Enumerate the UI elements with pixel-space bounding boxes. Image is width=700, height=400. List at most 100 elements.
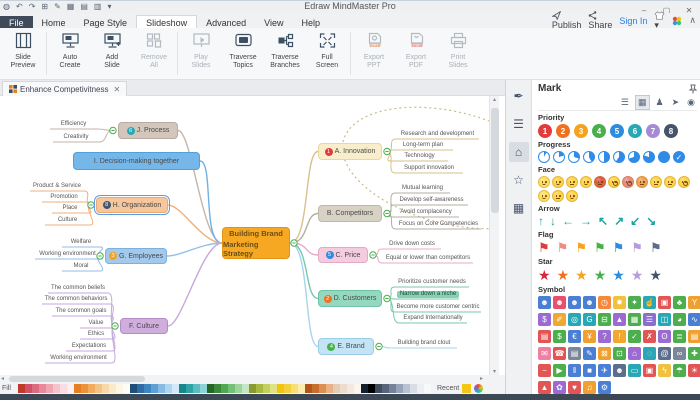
horizontal-scrollbar[interactable]: ◂ ▸: [0, 375, 505, 383]
trophy-icon[interactable]: Y: [688, 296, 700, 309]
subtopic[interactable]: Place: [52, 205, 88, 212]
color-swatch[interactable]: [172, 384, 179, 393]
color-swatch[interactable]: [368, 384, 375, 393]
person-red-icon[interactable]: ☻: [553, 296, 566, 309]
color-swatch[interactable]: [46, 384, 53, 393]
cross-icon[interactable]: ✗: [643, 330, 656, 343]
upload-icon[interactable]: ▲: [538, 381, 551, 394]
subtopic[interactable]: Narrow down a niche: [397, 291, 459, 298]
add-slide-button[interactable]: Add Slide: [91, 28, 133, 79]
laugh-face-icon[interactable]: [538, 190, 550, 202]
color-swatch[interactable]: [200, 384, 207, 393]
central-topic[interactable]: Building Brand Marketing Strategy: [222, 227, 290, 259]
thumbs-up-icon[interactable]: ☝: [643, 296, 656, 309]
subtopic[interactable]: Creativity: [53, 134, 99, 141]
yen-icon[interactable]: ¥: [583, 330, 596, 343]
color-swatch[interactable]: [179, 384, 186, 393]
color-swatch[interactable]: [144, 384, 151, 393]
mindmap-canvas[interactable]: Building Brand Marketing Strategy 1 A. In…: [0, 96, 505, 375]
subtopic[interactable]: Moral: [62, 263, 100, 270]
document-tab[interactable]: Enhance Competivitness ✕: [2, 80, 128, 97]
medal-icon[interactable]: ✦: [628, 296, 641, 309]
stop-icon[interactable]: ■: [583, 364, 596, 377]
slide-preview-button[interactable]: Slide Preview: [2, 28, 44, 79]
play-icon[interactable]: ▶: [553, 364, 566, 377]
star-icon[interactable]: ★: [631, 268, 644, 283]
star-icon[interactable]: ★: [612, 268, 625, 283]
progress-complete-icon[interactable]: ✓: [673, 151, 685, 163]
arrow-icon[interactable]: ↙: [630, 215, 640, 228]
topic-A[interactable]: 1 A. Innovation: [318, 143, 382, 160]
color-swatch[interactable]: [340, 384, 347, 393]
star-icon[interactable]: ★: [575, 268, 588, 283]
color-swatch[interactable]: [298, 384, 305, 393]
topic-H[interactable]: 8 H. Organization: [94, 195, 170, 215]
rain-icon[interactable]: ☂: [673, 364, 686, 377]
topic-F[interactable]: F. Culture: [120, 318, 168, 334]
wink-face-icon[interactable]: [580, 176, 592, 188]
subtopic[interactable]: Avoid complacency: [393, 209, 459, 216]
id-card-icon[interactable]: ▭: [628, 364, 641, 377]
flushed-face-icon[interactable]: [622, 176, 634, 188]
more-colors-icon[interactable]: [474, 384, 484, 393]
color-swatch[interactable]: [396, 384, 403, 393]
color-swatch[interactable]: [354, 384, 361, 393]
brush-icon[interactable]: ✒: [509, 86, 529, 106]
color-swatch[interactable]: [67, 384, 74, 393]
color-swatch[interactable]: [242, 384, 249, 393]
topic-D[interactable]: 2 D. Customers: [318, 290, 382, 307]
color-swatch[interactable]: [53, 384, 60, 393]
color-swatch[interactable]: [214, 384, 221, 393]
color-swatch[interactable]: [25, 384, 32, 393]
subtopic[interactable]: Develop self-awareness: [395, 197, 468, 204]
subtopic[interactable]: Working environment: [35, 251, 100, 258]
progress-pie-icon[interactable]: [658, 151, 670, 163]
subtopic[interactable]: Product & Service: [30, 183, 84, 190]
arrow-icon[interactable]: ←: [562, 215, 574, 228]
color-swatch[interactable]: [228, 384, 235, 393]
color-swatch[interactable]: [18, 384, 25, 393]
color-swatch[interactable]: [347, 384, 354, 393]
color-swatch[interactable]: [60, 384, 67, 393]
flag-icon[interactable]: ⚑: [557, 241, 569, 255]
shield-icon[interactable]: ✿: [553, 381, 566, 394]
target-icon[interactable]: ◎: [568, 313, 581, 326]
lightning-icon[interactable]: ϟ: [658, 364, 671, 377]
color-swatch[interactable]: [186, 384, 193, 393]
priority-7-icon[interactable]: 7: [646, 124, 660, 138]
color-swatch[interactable]: [88, 384, 95, 393]
unamused-face-icon[interactable]: [650, 176, 662, 188]
phone-icon[interactable]: ☎: [553, 347, 566, 360]
document-tab-close-icon[interactable]: ✕: [114, 85, 121, 94]
color-swatch[interactable]: [109, 384, 116, 393]
color-swatch[interactable]: [74, 384, 81, 393]
color-swatch[interactable]: [263, 384, 270, 393]
topic-E[interactable]: 4 E. Brand: [318, 338, 374, 355]
color-swatch[interactable]: [221, 384, 228, 393]
layers-icon[interactable]: ≣: [673, 330, 686, 343]
subtopic[interactable]: Culture: [45, 217, 90, 224]
subtopic[interactable]: Long-term plan: [393, 142, 453, 149]
exclamation-icon[interactable]: !: [613, 330, 626, 343]
soldier-icon[interactable]: ☻: [613, 364, 626, 377]
list-icon[interactable]: ☰: [643, 313, 656, 326]
home-icon[interactable]: ⌂: [628, 347, 641, 360]
subtopic[interactable]: Prioritize customer needs: [395, 279, 469, 286]
color-swatch[interactable]: [361, 384, 368, 393]
pin-icon[interactable]: [689, 84, 697, 94]
subtopic[interactable]: Expand Internationally: [399, 315, 467, 322]
priority-2-icon[interactable]: 2: [556, 124, 570, 138]
g-letter-icon[interactable]: G: [583, 313, 596, 326]
progress-pie-icon[interactable]: [643, 151, 655, 163]
arrow-icon[interactable]: ↓: [550, 215, 556, 228]
color-swatch[interactable]: [137, 384, 144, 393]
progress-pie-icon[interactable]: [553, 151, 565, 163]
star-card-icon[interactable]: ☆: [509, 170, 529, 190]
pause-icon[interactable]: ‖: [568, 364, 581, 377]
color-swatch[interactable]: [116, 384, 123, 393]
calendar-icon[interactable]: ▦: [509, 198, 529, 218]
color-swatch[interactable]: [424, 384, 431, 393]
sign-in-button[interactable]: Sign In: [619, 16, 647, 26]
color-swatch[interactable]: [305, 384, 312, 393]
subtopic[interactable]: Expectations: [66, 343, 112, 350]
